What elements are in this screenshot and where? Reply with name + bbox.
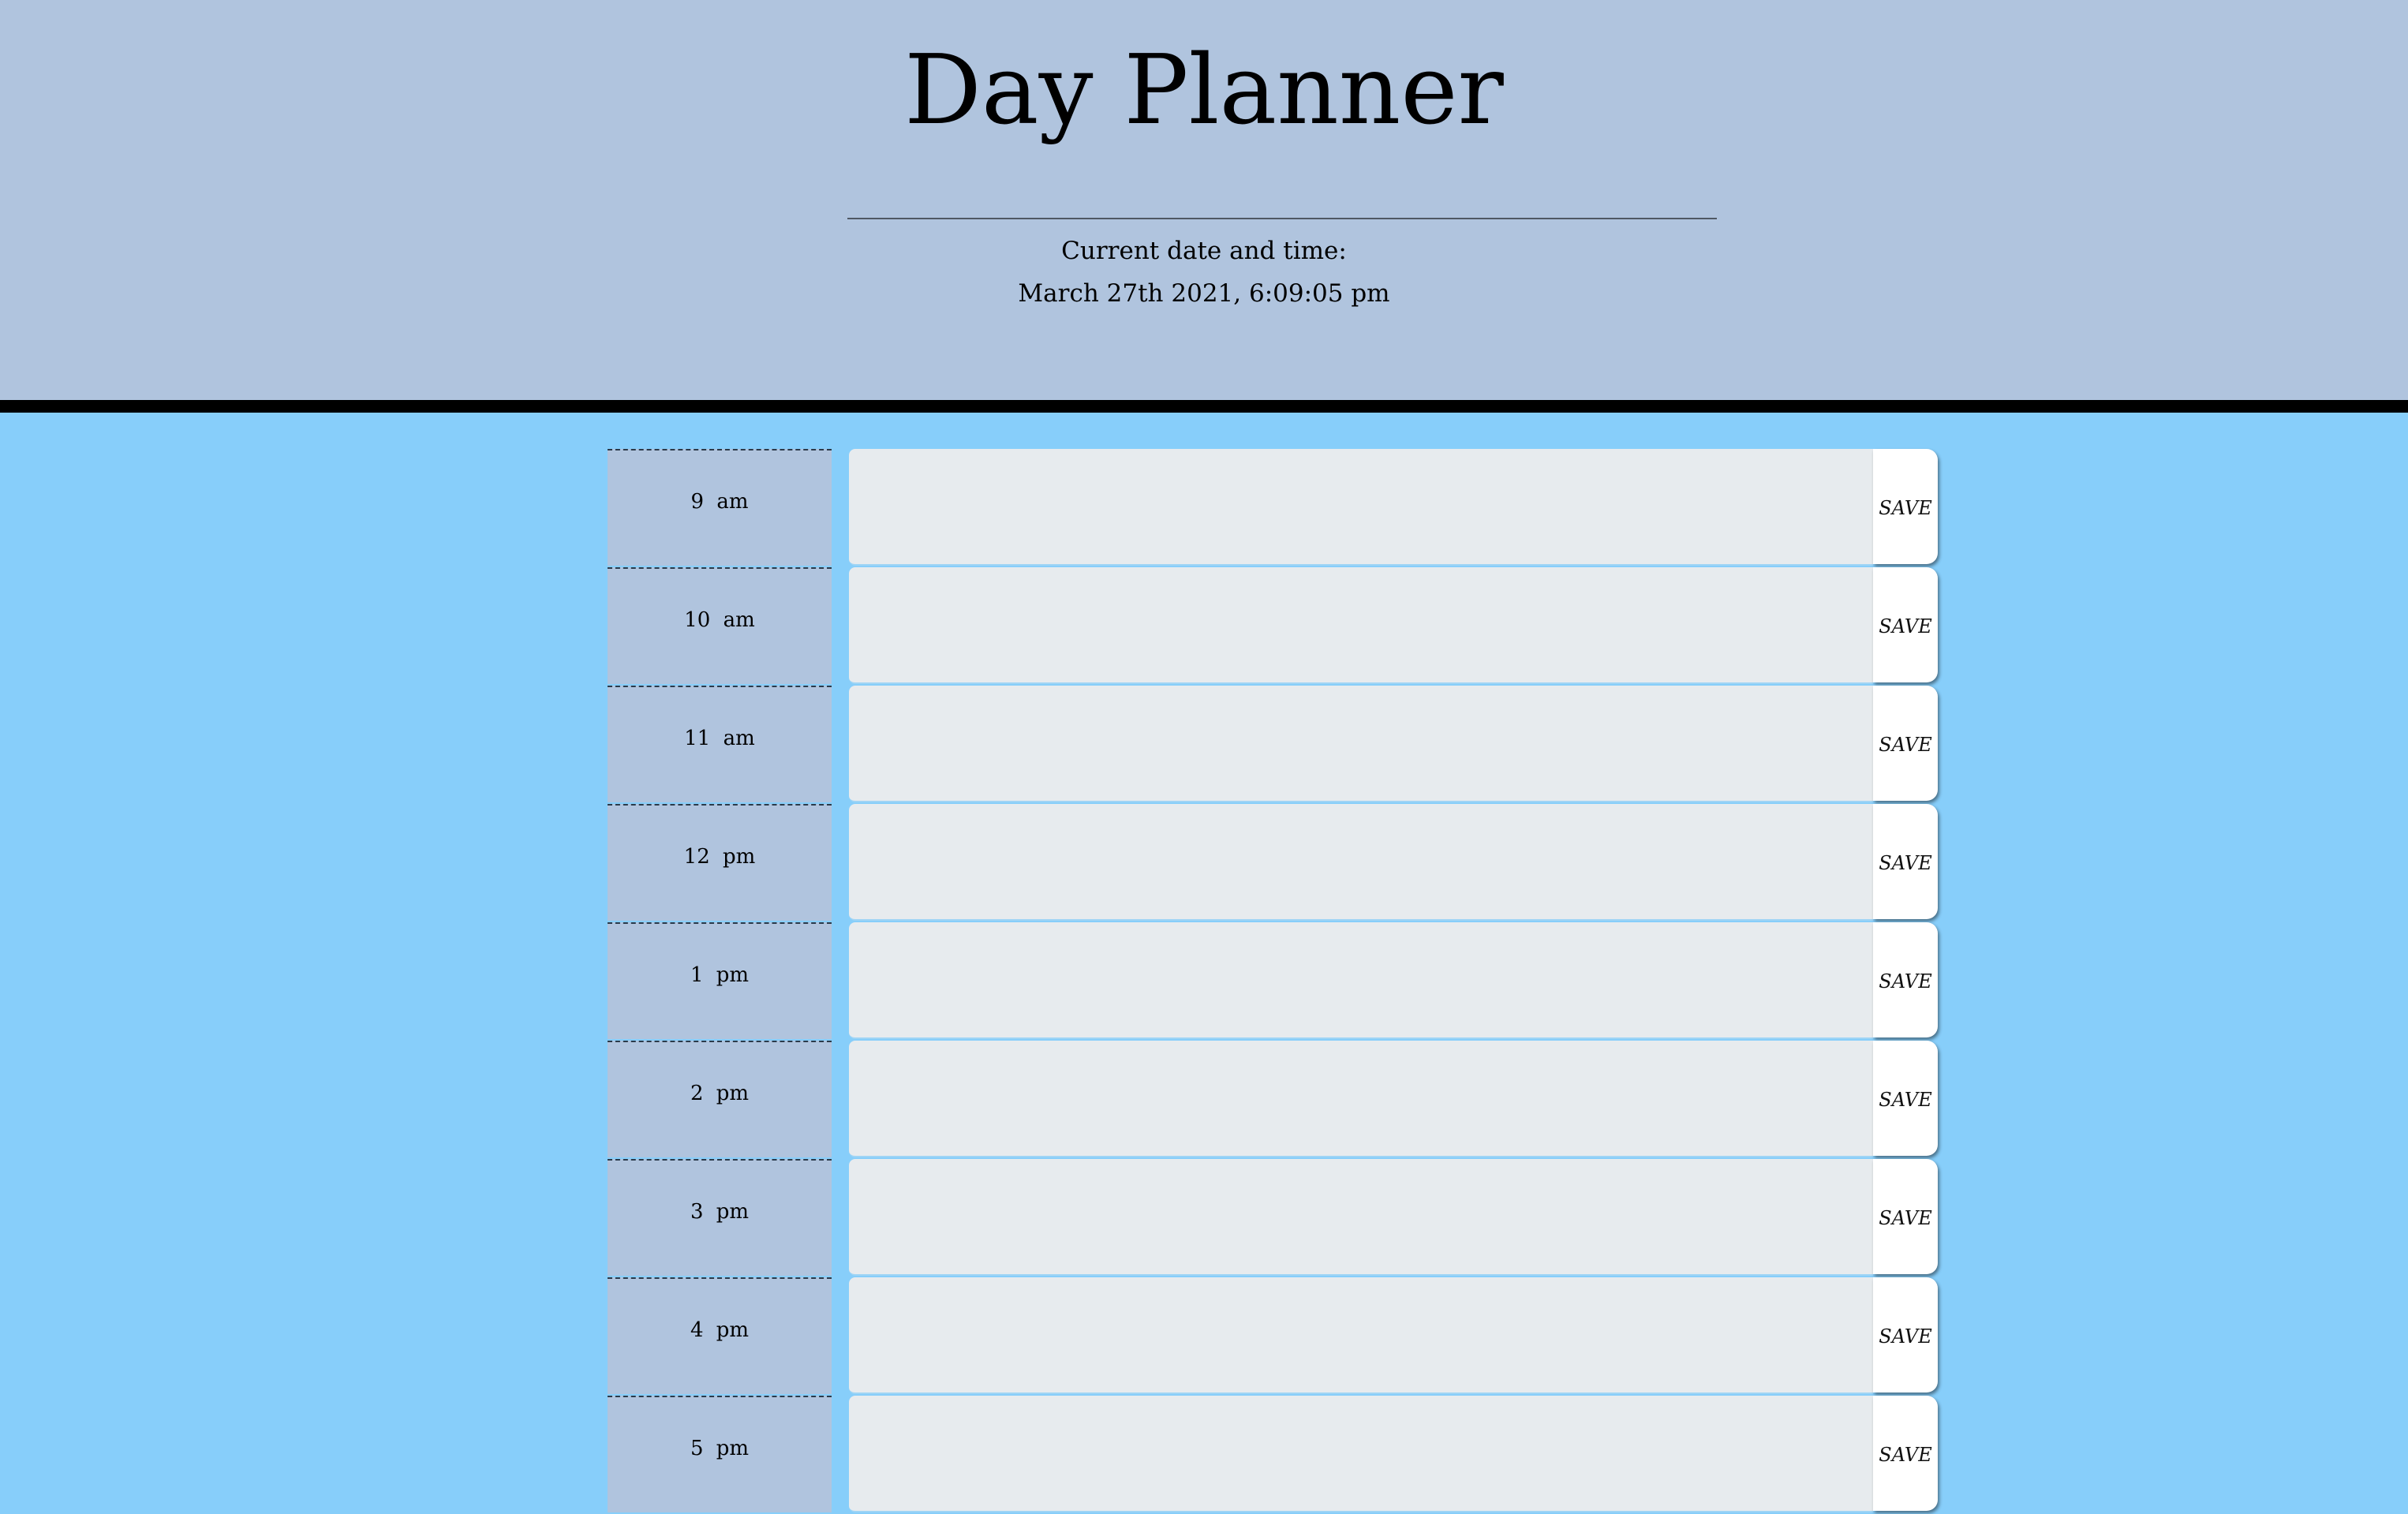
hour-label: 4 pm xyxy=(608,1277,832,1394)
task-input[interactable] xyxy=(849,1159,1873,1276)
save-button[interactable]: SAVE xyxy=(1873,804,1938,919)
timeblock-row-5pm: 5 pm SAVE xyxy=(608,1396,1949,1514)
timeblock-row-12pm: 12 pm SAVE xyxy=(608,804,1949,922)
timeblock-container: 9 am SAVE 10 am SAVE 11 am SAVE 12 pm SA… xyxy=(608,449,1949,1514)
timeblock-row-10am: 10 am SAVE xyxy=(608,567,1949,686)
task-input[interactable] xyxy=(849,922,1873,1039)
timeblock-row-9am: 9 am SAVE xyxy=(608,449,1949,567)
hour-label: 2 pm xyxy=(608,1041,832,1157)
header-jumbotron: Day Planner Current date and time: March… xyxy=(0,0,2408,413)
hour-label: 12 pm xyxy=(608,804,832,921)
timeblock-row-2pm: 2 pm SAVE xyxy=(608,1041,1949,1159)
save-button[interactable]: SAVE xyxy=(1873,449,1938,564)
task-input[interactable] xyxy=(849,1041,1873,1157)
save-button[interactable]: SAVE xyxy=(1873,1277,1938,1393)
timeblock-row-1pm: 1 pm SAVE xyxy=(608,922,1949,1041)
save-button[interactable]: SAVE xyxy=(1873,1159,1938,1274)
save-button[interactable]: SAVE xyxy=(1873,1396,1938,1511)
current-datetime: March 27th 2021, 6:09:05 pm xyxy=(1018,279,1390,308)
hour-label: 5 pm xyxy=(608,1396,832,1512)
hour-label: 1 pm xyxy=(608,922,832,1039)
timeblock-row-4pm: 4 pm SAVE xyxy=(608,1277,1949,1396)
timeblock-row-11am: 11 am SAVE xyxy=(608,686,1949,804)
datetime-label: Current date and time: xyxy=(1061,237,1347,265)
save-button[interactable]: SAVE xyxy=(1873,1041,1938,1156)
hour-label: 3 pm xyxy=(608,1159,832,1276)
hour-label: 11 am xyxy=(608,686,832,802)
hour-label: 9 am xyxy=(608,449,832,566)
task-input[interactable] xyxy=(849,686,1873,802)
save-button[interactable]: SAVE xyxy=(1873,686,1938,801)
header-divider xyxy=(847,218,1717,219)
hour-label: 10 am xyxy=(608,567,832,684)
page-title: Day Planner xyxy=(904,34,1504,146)
save-button[interactable]: SAVE xyxy=(1873,567,1938,682)
timeblock-row-3pm: 3 pm SAVE xyxy=(608,1159,1949,1277)
task-input[interactable] xyxy=(849,804,1873,921)
task-input[interactable] xyxy=(849,1277,1873,1394)
save-button[interactable]: SAVE xyxy=(1873,922,1938,1037)
task-input[interactable] xyxy=(849,449,1873,566)
task-input[interactable] xyxy=(849,1396,1873,1512)
task-input[interactable] xyxy=(849,567,1873,684)
